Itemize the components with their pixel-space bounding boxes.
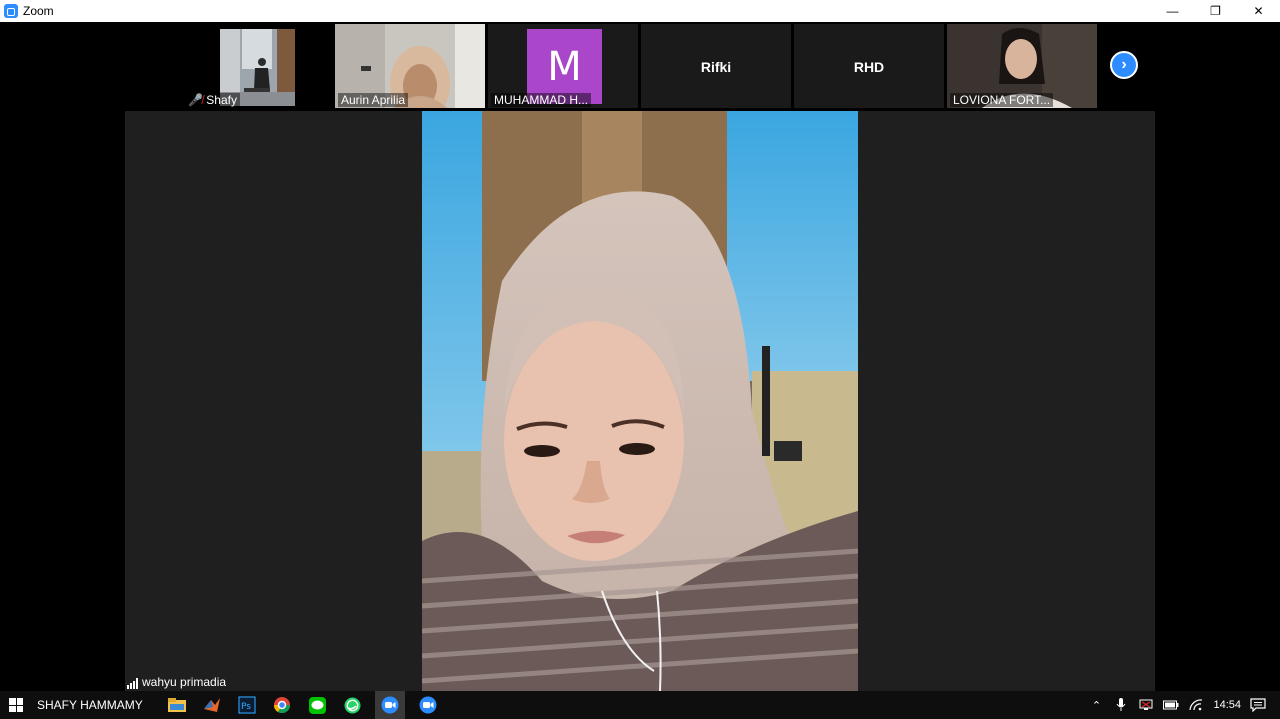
line-icon[interactable] (305, 693, 329, 717)
zoom-app-icon (4, 4, 18, 18)
whatsapp-icon[interactable] (340, 693, 364, 717)
restore-button[interactable]: ❐ (1194, 0, 1237, 22)
title-bar: Zoom — ❐ ✕ (0, 0, 1280, 22)
participant-name: MUHAMMAD H... (491, 93, 591, 107)
active-speaker-video (422, 111, 858, 691)
window-controls: — ❐ ✕ (1151, 0, 1280, 22)
window-title: Zoom (23, 4, 54, 18)
participant-tile-muhammad[interactable]: M MUHAMMAD H... (488, 24, 638, 108)
participant-tile-rifki[interactable]: Rifki (641, 24, 791, 108)
participant-strip: 🎤̸ Shafy Aurin Aprilia M MUHAMMAD H... R… (0, 22, 1280, 110)
zoom-active-icon[interactable] (375, 691, 405, 719)
windows-icon (9, 698, 23, 712)
zoom-icon[interactable] (416, 693, 440, 717)
svg-text:Ps: Ps (241, 702, 251, 712)
participant-tile-shafy[interactable]: 🎤̸ Shafy (182, 24, 332, 108)
speaker-name-label: wahyu primadia (127, 675, 226, 689)
chrome-icon[interactable] (270, 693, 294, 717)
clock[interactable]: 14:54 (1213, 699, 1241, 711)
participant-tile-rhd[interactable]: RHD (794, 24, 944, 108)
start-button[interactable] (0, 691, 32, 719)
next-page-button[interactable]: › (1110, 51, 1138, 79)
minimize-button[interactable]: — (1151, 0, 1194, 22)
participant-name: 🎤̸ Shafy (185, 93, 240, 107)
participant-name: LOVIONA FORT... (950, 93, 1054, 107)
speaker-video-frame (422, 111, 858, 691)
chevron-right-icon: › (1121, 56, 1127, 73)
participant-tile-aurin[interactable]: Aurin Aprilia (335, 24, 485, 108)
participant-name: RHD (853, 59, 885, 75)
network-disabled-icon[interactable] (1138, 697, 1154, 713)
muted-microphone-icon: 🎤̸ (188, 93, 203, 107)
file-explorer-icon[interactable] (165, 693, 189, 717)
matlab-icon[interactable] (200, 693, 224, 717)
signal-strength-icon (127, 678, 138, 689)
chevron-up-icon[interactable]: ⌃ (1088, 697, 1104, 713)
notification-icon[interactable] (1250, 697, 1266, 713)
taskbar: SHAFY HAMMAMY Ps ⌃ 14:54 (0, 691, 1280, 719)
microphone-icon[interactable] (1113, 697, 1129, 713)
active-speaker-stage: wahyu primadia (125, 111, 1155, 691)
battery-icon[interactable] (1163, 697, 1179, 713)
photoshop-icon[interactable]: Ps (235, 693, 259, 717)
system-tray: ⌃ 14:54 (1088, 691, 1280, 719)
close-button[interactable]: ✕ (1237, 0, 1280, 22)
speaker-name: wahyu primadia (142, 675, 227, 689)
participant-name: Aurin Aprilia (338, 93, 409, 107)
wifi-icon[interactable] (1188, 697, 1204, 713)
taskbar-apps: Ps (165, 691, 440, 719)
taskbar-user: SHAFY HAMMAMY (37, 698, 143, 712)
participant-name: Rifki (700, 59, 732, 75)
participant-tile-loviona[interactable]: LOVIONA FORT... (947, 24, 1097, 108)
